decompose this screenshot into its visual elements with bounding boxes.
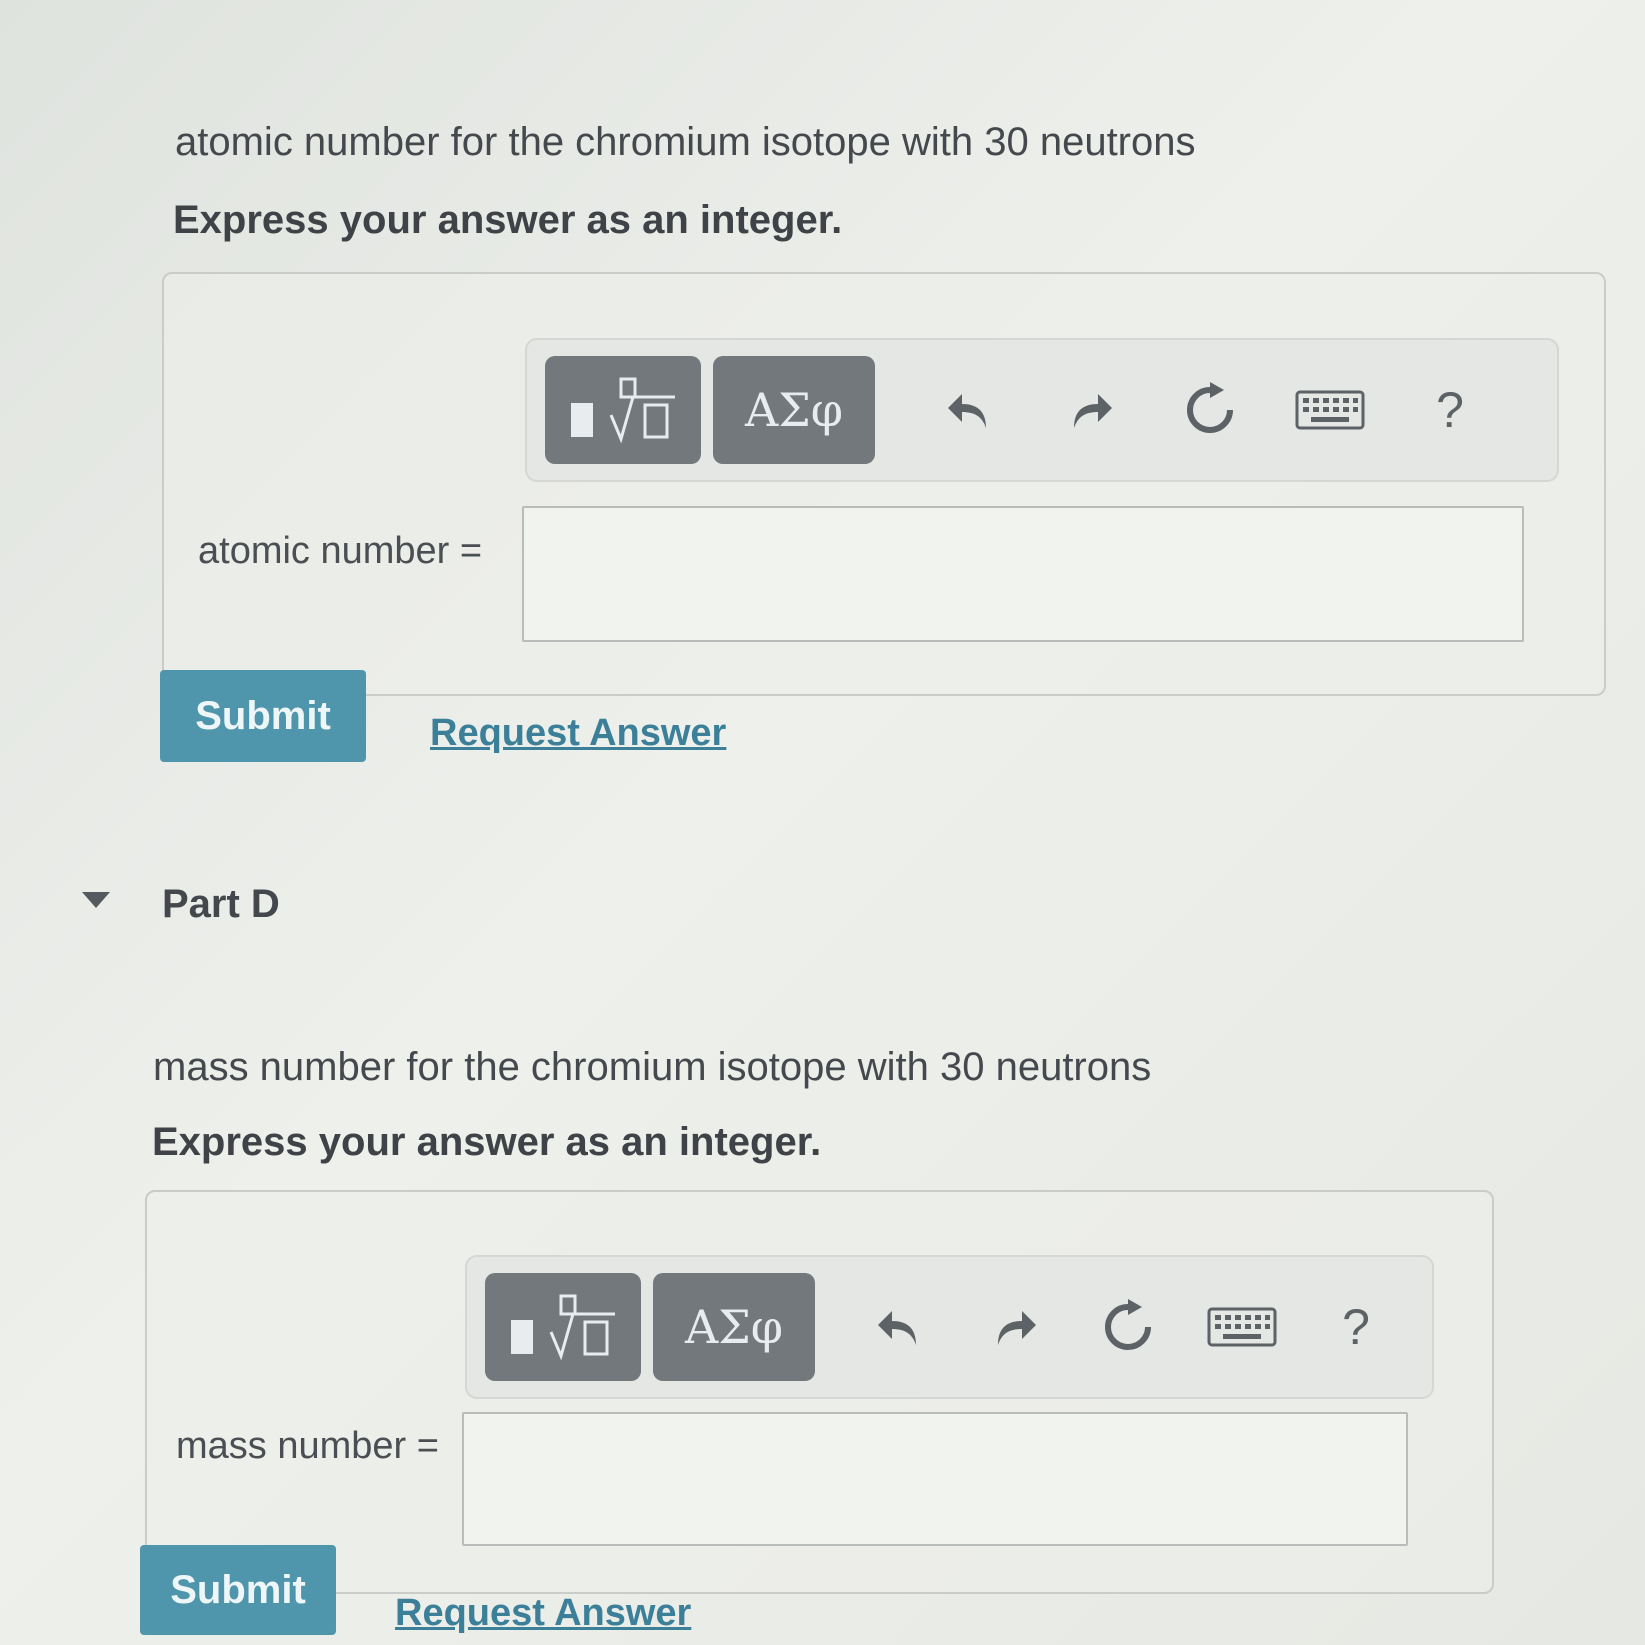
part-c-undo-button[interactable] xyxy=(915,365,1025,455)
part-d-redo-button[interactable] xyxy=(959,1282,1069,1372)
part-d-help-button[interactable]: ? xyxy=(1301,1282,1411,1372)
part-d-title: Part D xyxy=(162,882,280,926)
part-c-templates-button[interactable] xyxy=(545,356,701,464)
part-d-submit-button[interactable]: Submit xyxy=(140,1545,336,1635)
part-d-math-toolbar: ΑΣφ ? xyxy=(465,1255,1434,1399)
part-d-greek-button[interactable]: ΑΣφ xyxy=(653,1273,815,1381)
part-c-instruction: Express your answer as an integer. xyxy=(173,198,843,242)
part-d-instruction: Express your answer as an integer. xyxy=(152,1120,822,1164)
reset-icon xyxy=(1187,382,1233,433)
reset-icon xyxy=(1105,1299,1151,1350)
part-c-submit-button[interactable]: Submit xyxy=(160,670,366,762)
keyboard-icon xyxy=(1295,390,1365,430)
redo-icon xyxy=(998,1311,1036,1345)
part-c-reset-button[interactable] xyxy=(1155,365,1265,455)
part-d-reset-button[interactable] xyxy=(1073,1282,1183,1372)
part-d-keyboard-button[interactable] xyxy=(1187,1282,1297,1372)
part-d-collapse-toggle[interactable] xyxy=(82,892,110,908)
part-d-question: mass number for the chromium isotope wit… xyxy=(153,1045,1152,1089)
part-d-undo-button[interactable] xyxy=(845,1282,955,1372)
part-d-field-label: mass number = xyxy=(176,1425,439,1467)
undo-icon xyxy=(878,1311,916,1345)
part-d-templates-button[interactable] xyxy=(485,1273,641,1381)
redo-icon xyxy=(1074,394,1112,428)
part-c-request-answer-link[interactable]: Request Answer xyxy=(430,712,726,755)
part-c-greek-button[interactable]: ΑΣφ xyxy=(713,356,875,464)
part-c-field-label: atomic number = xyxy=(198,530,483,572)
part-c-help-button[interactable]: ? xyxy=(1395,365,1505,455)
part-d-request-answer-link[interactable]: Request Answer xyxy=(395,1592,691,1635)
part-c-question: atomic number for the chromium isotope w… xyxy=(175,120,1196,164)
fraction-sqrt-template-icon xyxy=(571,377,675,444)
undo-icon xyxy=(948,394,986,428)
part-c-redo-button[interactable] xyxy=(1035,365,1145,455)
part-c-keyboard-button[interactable] xyxy=(1275,365,1385,455)
fraction-sqrt-template-icon xyxy=(511,1294,615,1361)
part-c-math-toolbar: ΑΣφ ? xyxy=(525,338,1559,482)
part-d-answer-input[interactable] xyxy=(462,1412,1408,1546)
part-c-answer-input[interactable] xyxy=(522,506,1524,642)
keyboard-icon xyxy=(1207,1307,1277,1347)
